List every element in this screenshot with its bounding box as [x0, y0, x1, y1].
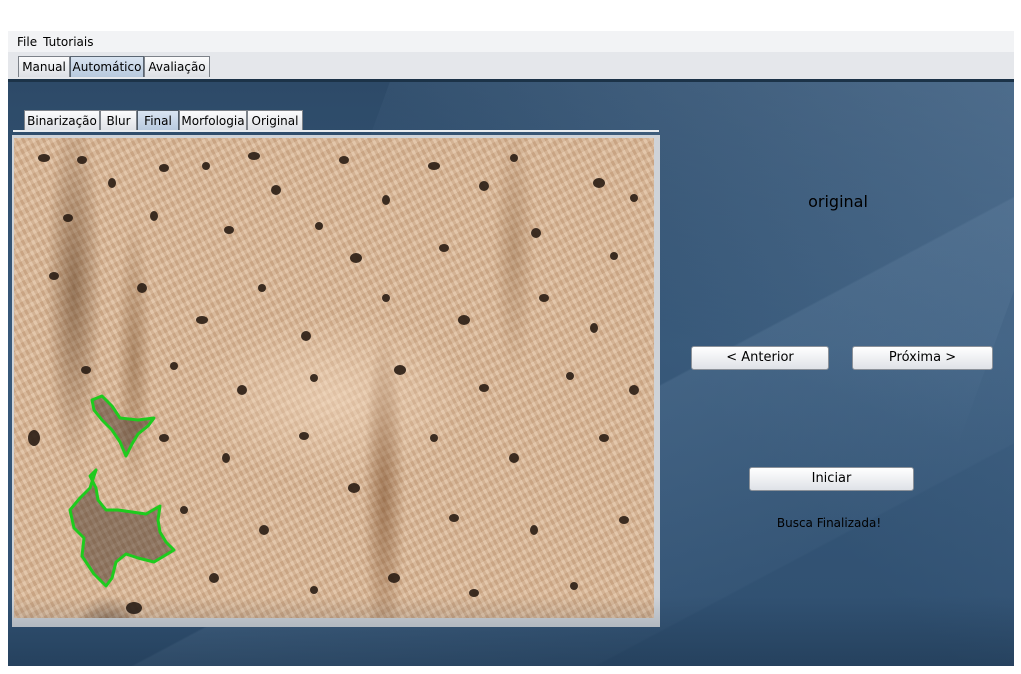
menu-file[interactable]: File: [8, 35, 41, 49]
main-tab-bar: Manual Automático Avaliação: [8, 52, 1014, 82]
subtab-blur[interactable]: Blur: [100, 110, 137, 131]
subtab-final[interactable]: Final: [137, 110, 179, 131]
image-panel: [12, 135, 660, 627]
next-button[interactable]: Próxima >: [852, 346, 993, 370]
tab-avaliacao[interactable]: Avaliação: [144, 56, 210, 77]
status-text: Busca Finalizada!: [776, 516, 882, 530]
automatic-panel: Binarização Blur Final Morfologia Origin…: [8, 82, 1014, 666]
previous-button[interactable]: < Anterior: [691, 346, 829, 370]
subtab-original[interactable]: Original: [247, 110, 303, 131]
start-button[interactable]: Iniciar: [749, 467, 914, 491]
subtab-binarizacao[interactable]: Binarização: [24, 110, 100, 131]
wood-sample-image: [14, 138, 654, 618]
tab-automatico[interactable]: Automático: [70, 56, 144, 77]
menu-bar: File Tutoriais: [8, 31, 1014, 53]
image-label: original: [808, 192, 868, 211]
menu-tutoriais[interactable]: Tutoriais: [41, 35, 97, 49]
sub-tab-bar: Binarização Blur Final Morfologia Origin…: [24, 108, 664, 132]
contour-upper: [90, 394, 156, 458]
contour-lower: [68, 468, 176, 588]
image-overlay: [28, 152, 639, 614]
tab-manual[interactable]: Manual: [18, 56, 70, 77]
subtab-underline: [13, 130, 659, 132]
subtab-morfologia[interactable]: Morfologia: [179, 110, 247, 131]
